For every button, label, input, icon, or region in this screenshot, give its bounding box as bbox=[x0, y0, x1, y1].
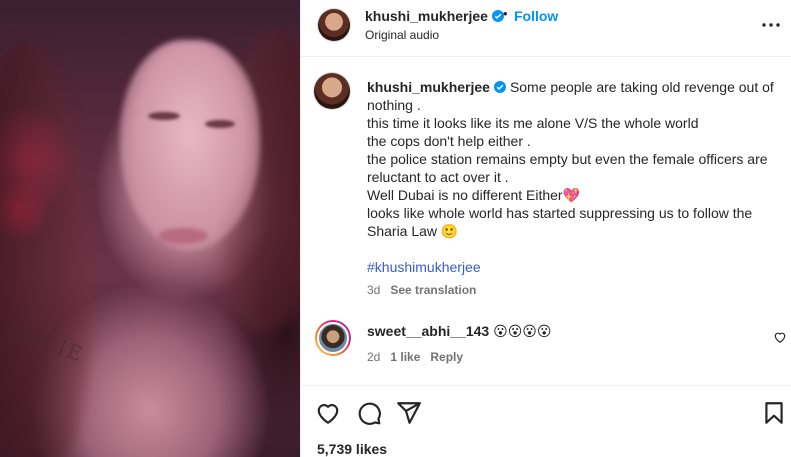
media-eye-right bbox=[205, 120, 235, 128]
author-name-row[interactable]: khushi_mukherjee bbox=[365, 8, 504, 24]
media-eye-left bbox=[148, 112, 180, 120]
post-caption: khushi_mukherjee Some people are taking … bbox=[367, 78, 777, 240]
media-face bbox=[120, 40, 260, 250]
comment-likes-button[interactable]: 1 like bbox=[390, 350, 420, 364]
heart-icon[interactable] bbox=[315, 400, 341, 426]
caption-username[interactable]: khushi_mukherjee bbox=[367, 79, 490, 95]
comment-meta: 2d 1 like Reply bbox=[367, 350, 473, 364]
comment-time: 2d bbox=[367, 350, 381, 364]
caption-author-avatar[interactable] bbox=[314, 73, 350, 109]
verified-icon bbox=[493, 81, 506, 93]
caption-line: reluctant to act over it . bbox=[367, 169, 509, 185]
post-video[interactable]: SOCIE bbox=[0, 0, 300, 457]
comment-heart-icon[interactable] bbox=[773, 330, 787, 344]
bookmark-icon[interactable] bbox=[761, 400, 787, 426]
post-header: khushi_mukherjee • Follow Original audio bbox=[301, 0, 791, 57]
reply-button[interactable]: Reply bbox=[430, 350, 463, 364]
original-audio-link[interactable]: Original audio bbox=[365, 28, 439, 42]
media-hair-left bbox=[0, 40, 90, 457]
comment-username[interactable]: sweet__abhi__143 bbox=[367, 323, 489, 339]
caption-line: Some people are taking old revenge out o… bbox=[509, 79, 774, 95]
author-avatar[interactable] bbox=[318, 9, 350, 41]
see-translation-button[interactable]: See translation bbox=[390, 283, 476, 297]
commenter-avatar[interactable] bbox=[315, 320, 351, 356]
caption-time: 3d bbox=[367, 283, 381, 297]
separator-dot: • bbox=[503, 6, 508, 21]
media-lips bbox=[158, 228, 208, 244]
caption-line: the police station remains empty but eve… bbox=[367, 151, 768, 167]
caption-line: the cops don't help either . bbox=[367, 133, 531, 149]
author-username[interactable]: khushi_mukherjee bbox=[365, 8, 488, 24]
caption-line: Sharia Law 🙂 bbox=[367, 223, 459, 239]
caption-line: looks like whole world has started suppr… bbox=[367, 205, 753, 221]
caption-meta: 3d See translation bbox=[367, 283, 476, 297]
commenter-avatar-image bbox=[317, 322, 349, 354]
likes-count[interactable]: 5,739 likes bbox=[317, 441, 387, 457]
more-options-icon[interactable] bbox=[761, 18, 781, 32]
caption-line: this time it looks like its me alone V/S… bbox=[367, 115, 699, 131]
follow-button[interactable]: Follow bbox=[514, 8, 558, 24]
comment-text: 😮😮😮😮 bbox=[493, 323, 552, 339]
caption-hashtag[interactable]: #khushimukherjee bbox=[367, 259, 481, 275]
comment-icon[interactable] bbox=[356, 400, 382, 426]
caption-line: Well Dubai is no different Either💖 bbox=[367, 187, 581, 203]
post-side-panel: khushi_mukherjee • Follow Original audio… bbox=[300, 0, 791, 457]
post-actions: 5,739 likes bbox=[301, 385, 791, 457]
caption-line: nothing . bbox=[367, 97, 421, 113]
share-icon[interactable] bbox=[396, 400, 422, 426]
comment: sweet__abhi__143 😮😮😮😮 bbox=[367, 323, 551, 340]
